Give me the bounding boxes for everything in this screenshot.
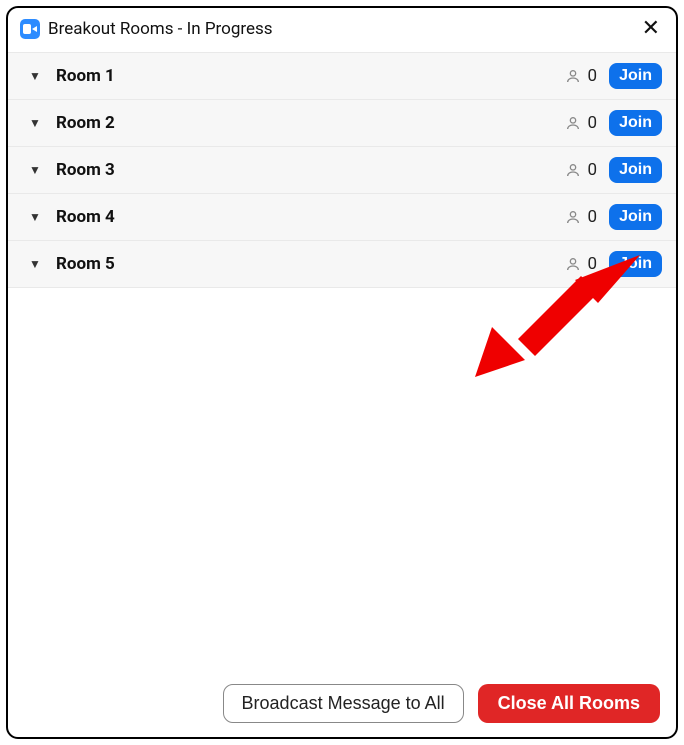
room-row[interactable]: ▼ Room 1 0 Join — [8, 52, 676, 100]
participant-count: 0 — [588, 160, 598, 180]
caret-down-icon[interactable]: ▼ — [28, 69, 42, 83]
broadcast-button[interactable]: Broadcast Message to All — [223, 684, 464, 723]
participant-count: 0 — [588, 207, 598, 227]
room-name: Room 3 — [50, 160, 556, 180]
person-icon — [564, 161, 582, 179]
room-name: Room 4 — [50, 207, 556, 227]
zoom-icon — [20, 19, 40, 39]
room-row[interactable]: ▼ Room 5 0 Join — [8, 240, 676, 288]
room-name: Room 2 — [50, 113, 556, 133]
room-row[interactable]: ▼ Room 4 0 Join — [8, 193, 676, 241]
room-row[interactable]: ▼ Room 3 0 Join — [8, 146, 676, 194]
close-icon[interactable]: ✕ — [638, 16, 664, 42]
caret-down-icon[interactable]: ▼ — [28, 116, 42, 130]
person-icon — [564, 208, 582, 226]
join-button[interactable]: Join — [609, 110, 662, 136]
room-list: ▼ Room 1 0 Join ▼ Room 2 0 Join ▼ Room 3… — [8, 52, 676, 672]
close-all-rooms-button[interactable]: Close All Rooms — [478, 684, 660, 723]
join-button[interactable]: Join — [609, 63, 662, 89]
participant-count: 0 — [588, 113, 598, 133]
participant-count: 0 — [588, 254, 598, 274]
window-title: Breakout Rooms - In Progress — [48, 19, 630, 39]
room-row[interactable]: ▼ Room 2 0 Join — [8, 99, 676, 147]
caret-down-icon[interactable]: ▼ — [28, 257, 42, 271]
room-name: Room 1 — [50, 66, 556, 86]
titlebar: Breakout Rooms - In Progress ✕ — [8, 8, 676, 52]
caret-down-icon[interactable]: ▼ — [28, 163, 42, 177]
room-name: Room 5 — [50, 254, 556, 274]
caret-down-icon[interactable]: ▼ — [28, 210, 42, 224]
breakout-rooms-window: Breakout Rooms - In Progress ✕ ▼ Room 1 … — [6, 6, 678, 739]
person-icon — [564, 255, 582, 273]
join-button[interactable]: Join — [609, 251, 662, 277]
person-icon — [564, 114, 582, 132]
person-icon — [564, 67, 582, 85]
participant-count: 0 — [588, 66, 598, 86]
join-button[interactable]: Join — [609, 204, 662, 230]
join-button[interactable]: Join — [609, 157, 662, 183]
footer: Broadcast Message to All Close All Rooms — [8, 672, 676, 737]
